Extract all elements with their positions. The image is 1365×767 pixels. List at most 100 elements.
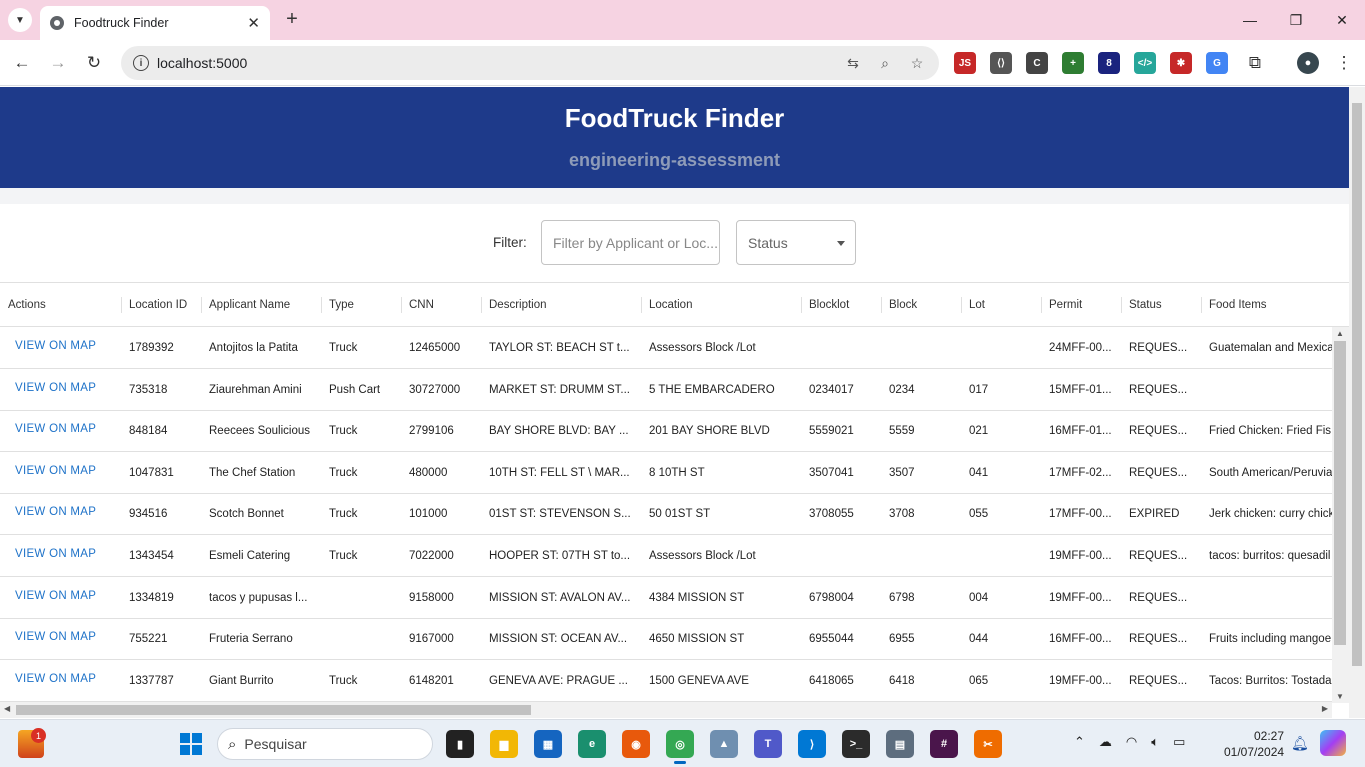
column-separator[interactable] xyxy=(121,297,122,313)
view-on-map-button[interactable]: VIEW ON MAP xyxy=(0,367,121,409)
table-row[interactable]: VIEW ON MAP 1047831 The Chef Station Truck 4… xyxy=(0,452,1332,494)
site-info-icon[interactable]: i xyxy=(133,55,149,71)
table-row[interactable]: VIEW ON MAP 934516 Scotch Bonnet Truck 10100… xyxy=(0,491,1332,536)
column-separator[interactable] xyxy=(1041,297,1042,313)
view-on-map-button[interactable]: VIEW ON MAP xyxy=(0,491,121,533)
address-bar[interactable]: i localhost:5000 ⇆ ⌕ ☆ xyxy=(121,46,939,80)
filter-input[interactable]: Filter by Applicant or Loc... xyxy=(541,220,720,265)
column-separator[interactable] xyxy=(1121,297,1122,313)
profile-avatar[interactable]: ● xyxy=(1297,52,1319,74)
column-header[interactable]: Status xyxy=(1121,283,1201,327)
column-separator[interactable] xyxy=(481,297,482,313)
view-on-map-button[interactable]: VIEW ON MAP xyxy=(0,575,121,617)
volume-icon[interactable]: 🔈︎ xyxy=(1151,734,1159,750)
column-separator[interactable] xyxy=(201,297,202,313)
column-header[interactable]: Lot xyxy=(961,283,1041,327)
view-on-map-button[interactable]: VIEW ON MAP xyxy=(0,450,121,492)
translate-icon[interactable]: ⇆ xyxy=(843,53,863,73)
extensions-puzzle-icon[interactable]: ⧉ xyxy=(1244,52,1266,74)
column-separator[interactable] xyxy=(321,297,322,313)
column-header[interactable]: Applicant Name xyxy=(201,283,321,327)
system-clock[interactable]: 02:27 01/07/2024 xyxy=(1224,728,1284,760)
terminal-app-icon[interactable]: ▮ xyxy=(446,730,474,758)
page-scroll-thumb[interactable] xyxy=(1352,103,1362,666)
store-icon[interactable]: ▦ xyxy=(534,730,562,758)
devtools-extension-icon[interactable]: ⟨⟩ xyxy=(990,52,1012,74)
slack-icon[interactable]: # xyxy=(930,730,958,758)
scroll-down-arrow-icon[interactable]: ▼ xyxy=(1336,692,1344,701)
browser-tab[interactable]: Foodtruck Finder ✕ xyxy=(40,6,270,40)
file-explorer-icon[interactable]: ▆ xyxy=(490,730,518,758)
taskbar-search[interactable]: ⌕ Pesquisar xyxy=(217,728,433,760)
column-header[interactable]: Location xyxy=(641,283,801,327)
code-extension-icon[interactable]: </> xyxy=(1134,52,1156,74)
table-row[interactable]: VIEW ON MAP 1337787 Giant Burrito Truck 6148… xyxy=(0,660,1332,702)
reload-icon[interactable]: ↻ xyxy=(83,52,105,74)
cloud-icon[interactable]: ☁ xyxy=(1099,734,1112,750)
new-tab-button[interactable]: + xyxy=(282,9,302,29)
bug-extension-icon[interactable]: ✱ xyxy=(1170,52,1192,74)
close-window-button[interactable]: ✕ xyxy=(1319,0,1365,40)
column-separator[interactable] xyxy=(881,297,882,313)
minimize-button[interactable]: — xyxy=(1227,0,1273,40)
scroll-left-arrow-icon[interactable]: ◀ xyxy=(4,704,10,713)
photos-icon[interactable]: ▲ xyxy=(710,730,738,758)
css-extension-icon[interactable]: C xyxy=(1026,52,1048,74)
column-header[interactable]: Blocklot xyxy=(801,283,881,327)
wifi-icon[interactable]: ◠ xyxy=(1126,734,1137,750)
js-extension-icon[interactable]: JS xyxy=(954,52,976,74)
column-separator[interactable] xyxy=(401,297,402,313)
plus-extension-icon[interactable]: + xyxy=(1062,52,1084,74)
column-header[interactable]: Food Items xyxy=(1201,283,1332,327)
table-row[interactable]: VIEW ON MAP 1343454 Esmeli Catering Truck 70… xyxy=(0,535,1332,577)
view-on-map-button[interactable]: VIEW ON MAP xyxy=(0,658,121,700)
console-icon[interactable]: >_ xyxy=(842,730,870,758)
tab-search-dropdown-icon[interactable]: ▼ xyxy=(8,8,32,32)
snipping-tool-icon[interactable]: ✂ xyxy=(974,730,1002,758)
edge-icon[interactable]: e xyxy=(578,730,606,758)
column-header[interactable]: Permit xyxy=(1041,283,1121,327)
table-row[interactable]: VIEW ON MAP 1789392 Antojitos la Patita Tru… xyxy=(0,327,1332,369)
vscode-icon[interactable]: ⟩ xyxy=(798,730,826,758)
column-separator[interactable] xyxy=(641,297,642,313)
teams-icon[interactable]: T xyxy=(754,730,782,758)
column-header[interactable]: CNN xyxy=(401,283,481,327)
horizontal-scroll-thumb[interactable] xyxy=(16,705,531,715)
back-arrow-icon[interactable]: ← xyxy=(11,52,33,74)
more-menu-icon[interactable]: ⋮ xyxy=(1333,52,1355,74)
maximize-button[interactable]: ❐ xyxy=(1273,0,1319,40)
battery-icon[interactable]: ▭ xyxy=(1173,734,1185,750)
column-header[interactable]: Description xyxy=(481,283,641,327)
url-text[interactable]: localhost:5000 xyxy=(157,55,843,71)
vertical-scroll-thumb[interactable] xyxy=(1334,341,1346,645)
column-header[interactable]: Location ID xyxy=(121,283,201,327)
chrome-icon[interactable]: ◎ xyxy=(666,730,694,764)
page-vertical-scrollbar[interactable] xyxy=(1349,87,1365,718)
table-row[interactable]: VIEW ON MAP 735318 Ziaurehman Amini Push Ca… xyxy=(0,369,1332,411)
forward-arrow-icon[interactable]: → xyxy=(47,52,69,74)
firefox-icon[interactable]: ◉ xyxy=(622,730,650,758)
column-header[interactable]: Actions xyxy=(0,283,121,327)
column-separator[interactable] xyxy=(961,297,962,313)
calculator-icon[interactable]: ▤ xyxy=(886,730,914,758)
table-row[interactable]: VIEW ON MAP 1334819 tacos y pupusas l... 91… xyxy=(0,577,1332,619)
view-on-map-button[interactable]: VIEW ON MAP xyxy=(0,533,121,575)
view-on-map-button[interactable]: VIEW ON MAP xyxy=(0,616,121,658)
status-select[interactable]: Status xyxy=(736,220,856,265)
column-separator[interactable] xyxy=(1201,297,1202,313)
copilot-icon[interactable] xyxy=(1320,730,1346,756)
column-header[interactable]: Type xyxy=(321,283,401,327)
column-header[interactable]: Block xyxy=(881,283,961,327)
column-separator[interactable] xyxy=(801,297,802,313)
translate-extension-icon[interactable]: G xyxy=(1206,52,1228,74)
shield-extension-icon[interactable]: 8 xyxy=(1098,52,1120,74)
table-row[interactable]: VIEW ON MAP 755221 Fruteria Serrano 9167000… xyxy=(0,616,1332,661)
zoom-icon[interactable]: ⌕ xyxy=(875,53,895,73)
view-on-map-button[interactable]: VIEW ON MAP xyxy=(0,325,121,367)
view-on-map-button[interactable]: VIEW ON MAP xyxy=(0,408,121,450)
grid-horizontal-scrollbar[interactable]: ◀ ▶ xyxy=(0,702,1332,718)
scroll-up-arrow-icon[interactable]: ▲ xyxy=(1336,329,1344,338)
table-row[interactable]: VIEW ON MAP 848184 Reecees Soulicious Truck… xyxy=(0,408,1332,453)
grid-vertical-scrollbar[interactable]: ▲ ▼ xyxy=(1332,327,1349,703)
chevron-up-icon[interactable]: ⌃ xyxy=(1074,734,1085,750)
